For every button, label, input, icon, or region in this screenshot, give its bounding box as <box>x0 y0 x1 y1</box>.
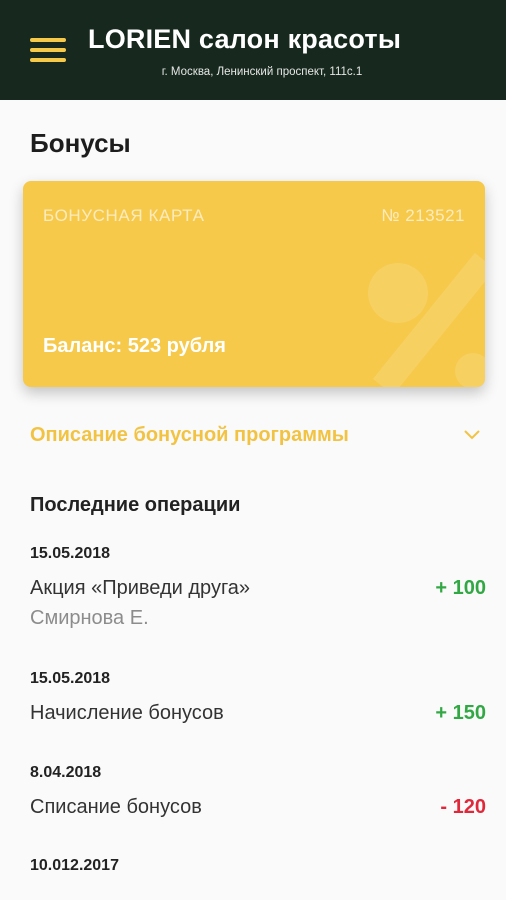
app-bar: LORIEN салон красоты г. Москва, Ленински… <box>0 0 506 100</box>
operation-date: 15.05.2018 <box>30 670 111 687</box>
bonus-program-label: Описание бонусной программы <box>30 424 349 446</box>
operation-date: 15.05.2018 <box>30 545 111 562</box>
operation-subtitle: Смирнова Е. <box>30 607 149 629</box>
operation-item[interactable]: 15.05.2018 Акция «Приведи друга» Смирнов… <box>30 545 486 641</box>
app-title: LORIEN салон красоты <box>88 24 402 54</box>
operation-title: Списание бонусов <box>30 796 202 818</box>
bonus-card[interactable]: БОНУСНАЯ КАРТА № 213521 Баланс: 523 рубл… <box>23 181 485 387</box>
card-balance: Баланс: 523 рубля <box>43 335 226 357</box>
operation-title: Акция «Приведи друга» <box>30 577 251 599</box>
recent-operations-title: Последние операции <box>30 494 241 516</box>
operation-amount: + 150 <box>435 702 486 724</box>
bonus-program-accordion[interactable]: Описание бонусной программы <box>30 420 484 454</box>
operation-date: 10.012.2017 <box>30 857 119 874</box>
operation-title: Начисление бонусов <box>30 702 224 724</box>
operation-item[interactable]: 15.05.2018 Начисление бонусов + 150 <box>30 670 486 730</box>
card-number: № 213521 <box>381 206 465 225</box>
operation-amount: + 100 <box>435 577 486 599</box>
hamburger-menu-icon[interactable] <box>30 38 66 64</box>
page-title: Бонусы <box>30 128 131 158</box>
operation-item[interactable]: 10.012.2017 <box>30 857 486 887</box>
card-label: БОНУСНАЯ КАРТА <box>43 206 205 225</box>
operation-item[interactable]: 8.04.2018 Списание бонусов - 120 <box>30 764 486 824</box>
operation-amount: - 120 <box>440 796 486 818</box>
chevron-down-icon <box>464 430 480 440</box>
operation-date: 8.04.2018 <box>30 764 102 781</box>
salon-address: г. Москва, Ленинский проспект, 111с.1 <box>161 66 363 78</box>
